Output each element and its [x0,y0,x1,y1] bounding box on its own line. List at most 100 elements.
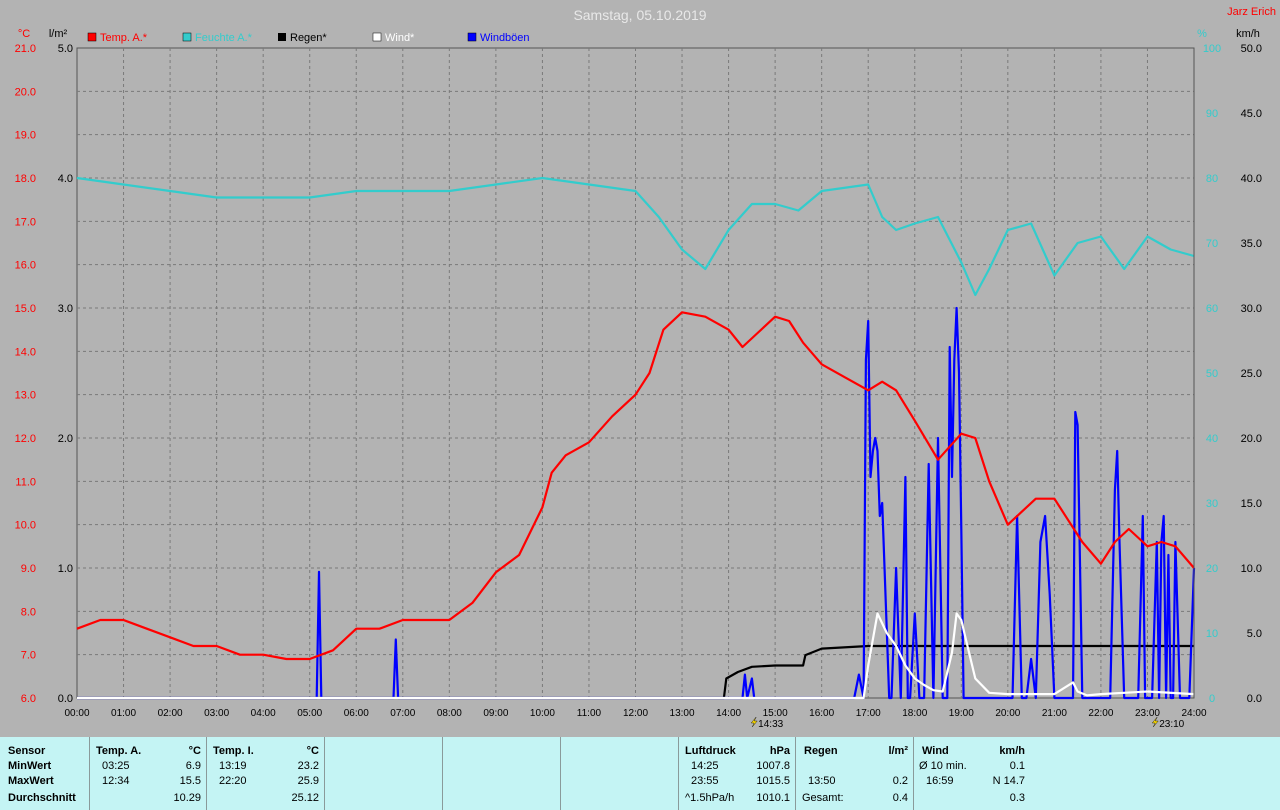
temp-tick-label: 14.0 [15,346,36,358]
time-tick-label: 11:00 [577,708,602,719]
time-tick-label: 15:00 [763,708,788,719]
stats-col-empty-3 [560,737,679,810]
rain-max-time: 13:50 [808,775,836,787]
stats-row-min: MinWert [8,760,52,772]
temp-a-min-time: 03:25 [102,760,130,772]
weather-chart: Samstag, 05.10.2019 Jarz Erich °C l/m² %… [15,6,1276,730]
stats-col-empty-2 [442,737,561,810]
wind-tick-label: 30.0 [1241,303,1262,315]
time-tick-label: 19:00 [949,708,974,719]
time-tick-label: 20:00 [995,708,1020,719]
humidity-unit-label: % [1197,28,1207,40]
temp-tick-label: 20.0 [15,86,36,98]
pressure-min-time: 14:25 [691,760,719,772]
humidity-tick-label: 20 [1206,563,1218,575]
legend-label-gusts: Windböen [480,32,530,44]
rain-tick-label: 2.0 [58,433,73,445]
time-tick-label: 05:00 [297,708,322,719]
temp-tick-label: 15.0 [15,303,36,315]
humidity-tick-label: 100 [1203,43,1221,55]
wind-tick-label: 35.0 [1241,238,1262,250]
temp-tick-label: 21.0 [15,43,36,55]
wind-unit: km/h [999,745,1025,757]
humidity-tick-label: 60 [1206,303,1218,315]
rain-tick-label: 5.0 [58,43,73,55]
time-tick-label: 14:00 [716,708,741,719]
rain-tick-label: 0.0 [58,693,73,705]
rain-total-label: Gesamt: [802,792,844,804]
time-tick-label: 07:00 [390,708,415,719]
legend: Temp. A.* Feuchte A.* Regen* Wind* Windb… [87,32,530,44]
time-tick-label: 23:00 [1135,708,1160,719]
humidity-tick-label: 70 [1206,238,1218,250]
wind-min: 0.1 [1009,760,1025,772]
humidity-axis: 1009080706050403020100 [1203,43,1221,705]
rain-unit: l/m² [888,745,908,757]
stats-col-empty-1 [324,737,443,810]
legend-swatch-gusts [467,32,477,42]
stats-col-pressure: Luftdruck hPa 14:25 1007.8 23:55 1015.5 … [678,737,796,810]
temp-a-max: 15.5 [179,775,201,787]
temp-i-max: 25.9 [297,775,319,787]
pressure-unit: hPa [769,745,790,757]
time-tick-label: 06:00 [344,708,369,719]
sun-time-label: 23:10 [1159,719,1184,730]
wind-tick-label: 20.0 [1241,433,1262,445]
time-tick-label: 17:00 [856,708,881,719]
stats-col-temp-i: Temp. I. °C 13:19 23.2 22:20 25.9 25.12 [206,737,325,810]
temp-unit-label: °C [18,28,30,40]
pressure-max-time: 23:55 [691,775,719,787]
temp-a-max-time: 12:34 [102,775,130,787]
temp-tick-label: 16.0 [15,260,36,272]
humidity-tick-label: 10 [1206,628,1218,640]
humidity-tick-label: 90 [1206,108,1218,120]
humidity-tick-label: 80 [1206,173,1218,185]
temp-tick-label: 6.0 [21,693,36,705]
temp-a-header: Temp. A. [96,745,142,757]
wind-max: N 14.7 [992,775,1025,787]
rain-tick-label: 4.0 [58,173,73,185]
rain-tick-label: 3.0 [58,303,73,315]
pressure-trend: ^1.5hPa/h [685,792,735,804]
stats-row-max: MaxWert [8,775,54,787]
stats-col-wind: Wind km/h Ø 10 min. 0.1 16:59 N 14.7 0.3 [913,737,1031,810]
temp-a-avg: 10.29 [173,792,201,804]
temp-i-min: 23.2 [297,760,319,772]
stats-panel: Sensor MinWert MaxWert Durchschnitt Temp… [0,737,1280,810]
time-tick-label: 13:00 [670,708,695,719]
temp-tick-label: 7.0 [21,650,36,662]
wind-tick-label: 45.0 [1241,108,1262,120]
author-label: Jarz Erich [1227,6,1276,18]
legend-label-rain: Regen* [290,32,327,44]
temp-tick-label: 11.0 [15,476,36,488]
wind-header: Wind [922,745,949,757]
wind-max-time: 16:59 [926,775,954,787]
rain-max: 0.2 [892,775,908,787]
temp-tick-label: 18.0 [15,173,36,185]
wind-unit-label: km/h [1236,28,1260,40]
rain-tick-label: 1.0 [58,563,73,575]
temp-tick-label: 17.0 [15,216,36,228]
wind-tick-label: 0.0 [1247,693,1262,705]
legend-swatch-rain [278,33,286,41]
temp-i-max-time: 22:20 [219,775,247,787]
temp-axis: 21.0 20.0 19.0 18.0 17.0 16.0 15.0 14.0 13.0 12.0… [15,43,36,705]
temp-tick-label: 12.0 [15,433,36,445]
legend-label-temp: Temp. A.* [100,32,148,44]
temp-i-min-time: 13:19 [219,760,247,772]
time-tick-label: 24:00 [1181,708,1206,719]
time-tick-label: 12:00 [623,708,648,719]
time-tick-label: 22:00 [1088,708,1113,719]
wind-tick-label: 40.0 [1241,173,1262,185]
time-tick-label: 08:00 [437,708,462,719]
temp-i-avg: 25.12 [291,792,319,804]
pressure-avg: 1010.1 [756,792,790,804]
wind-tick-label: 50.0 [1241,43,1262,55]
wind-tick-label: 15.0 [1241,498,1262,510]
stats-col-sensor: Sensor MinWert MaxWert Durchschnitt [0,737,89,810]
legend-label-wind: Wind* [385,32,415,44]
time-tick-label: 16:00 [809,708,834,719]
temp-tick-label: 9.0 [21,563,36,575]
sun-time-label: 14:33 [758,719,783,730]
time-tick-label: 02:00 [158,708,183,719]
